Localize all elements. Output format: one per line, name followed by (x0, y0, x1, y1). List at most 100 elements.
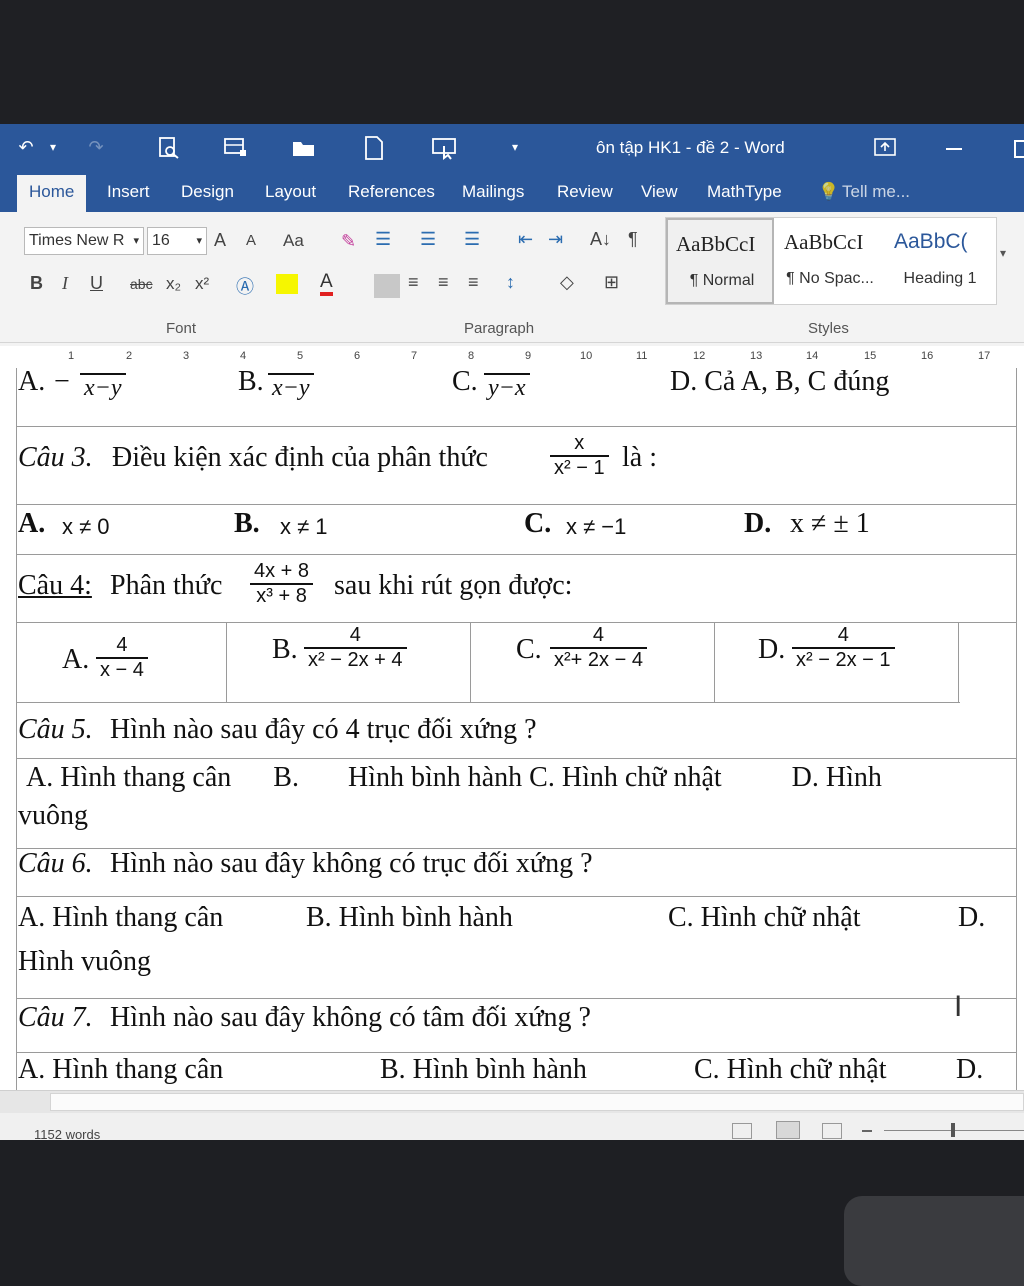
font-name-value: Times New R (29, 232, 125, 249)
style-no-spacing[interactable]: AaBbCcI ¶ No Spac... (776, 218, 884, 304)
clear-formatting-icon[interactable]: ✎ (341, 231, 356, 252)
ruler-tick: 13 (750, 350, 763, 362)
multilevel-list-icon[interactable]: ☰ (464, 229, 480, 250)
font-size-box[interactable]: 16 ▾ (147, 227, 207, 255)
table-border (16, 702, 960, 703)
font-name-box[interactable]: Times New R ▾ (24, 227, 144, 255)
word-count[interactable]: 1152 words (34, 1127, 100, 1140)
title-bar: ↶ ▾ ↷ ▾ ôn tập HK1 - đề 2 - Word (0, 124, 1024, 172)
zoom-slider-thumb[interactable] (951, 1123, 955, 1137)
undo-icon[interactable]: ↶ (14, 134, 38, 160)
decrease-indent-icon[interactable]: ⇤ (518, 229, 533, 250)
web-layout-icon[interactable] (822, 1123, 842, 1139)
highlight-color-icon[interactable] (276, 274, 298, 294)
align-left-button[interactable] (374, 274, 400, 298)
change-case-icon[interactable]: Aa (283, 231, 304, 251)
numbering-icon[interactable]: ☰ (420, 229, 436, 250)
style-heading-1[interactable]: AaBbC( Heading 1 (886, 218, 994, 304)
ruler-tick: 17 (978, 350, 991, 362)
strikethrough-button[interactable]: abc (130, 276, 153, 292)
q4-option-b-fraction: 4 x² − 2x + 4 (304, 624, 407, 672)
tell-me-box[interactable]: Tell me... (842, 182, 910, 202)
shading-icon[interactable]: ◇ (560, 272, 574, 293)
align-center-icon[interactable]: ≡ (408, 272, 419, 293)
fraction-denominator: x² − 1 (550, 455, 609, 480)
table-border (16, 622, 1016, 623)
shrink-font-icon[interactable]: A (246, 232, 256, 249)
table-border (714, 622, 715, 702)
tab-layout[interactable]: Layout (265, 182, 316, 202)
superscript-button[interactable]: x² (195, 274, 209, 294)
increase-indent-icon[interactable]: ⇥ (548, 229, 563, 250)
read-mode-icon[interactable] (732, 1123, 752, 1139)
font-size-dropdown-icon[interactable]: ▾ (196, 228, 202, 254)
redo-icon[interactable]: ↷ (88, 134, 104, 160)
table-border (470, 622, 471, 702)
table-border (16, 426, 1016, 427)
tab-review[interactable]: Review (557, 182, 613, 202)
ribbon-display-options-icon[interactable] (874, 138, 896, 156)
minimize-icon[interactable] (946, 148, 962, 150)
tab-references[interactable]: References (348, 182, 435, 202)
horizontal-ruler[interactable]: 1 2 3 4 5 6 7 8 9 10 11 12 13 14 15 16 1… (0, 346, 1024, 369)
styles-gallery: AaBbCcI ¶ Normal AaBbCcI ¶ No Spac... Aa… (665, 217, 997, 305)
table-insert-icon[interactable] (224, 137, 248, 159)
print-preview-icon[interactable] (158, 137, 180, 159)
subscript-button[interactable]: x₂ (166, 274, 181, 294)
q6-options-line2: Hình vuông (18, 946, 151, 977)
q3-option-a: x ≠ 0 (62, 514, 110, 539)
tab-home[interactable]: Home (17, 175, 87, 212)
styles-group-label: Styles (808, 320, 849, 337)
table-border (16, 896, 1016, 897)
q3-option-c-label: C. (524, 508, 552, 539)
tab-mailings[interactable]: Mailings (462, 182, 524, 202)
fraction-denominator: x−y (80, 373, 126, 402)
fraction-denominator: x² − 2x − 1 (792, 647, 895, 672)
grow-font-icon[interactable]: A (214, 230, 226, 251)
undo-dropdown-icon[interactable]: ▾ (46, 134, 60, 160)
q6-option-d: D. (958, 902, 986, 933)
line-spacing-icon[interactable]: ↕ (506, 272, 515, 293)
text-effects-icon[interactable]: Ⓐ (236, 273, 254, 299)
show-formatting-icon[interactable]: ¶ (628, 229, 638, 250)
tab-design[interactable]: Design (181, 182, 234, 202)
bold-button[interactable]: B (30, 273, 43, 294)
q3-tail: là : (622, 442, 657, 473)
zoom-out-icon[interactable] (862, 1130, 872, 1132)
open-folder-icon[interactable] (292, 139, 316, 157)
scrollbar-thumb[interactable] (50, 1093, 1024, 1111)
fraction-numerator: x (574, 432, 585, 454)
styles-scroll-icon[interactable]: ▾ (1000, 246, 1006, 260)
style-normal[interactable]: AaBbCcI ¶ Normal (666, 218, 774, 304)
borders-icon[interactable]: ⊞ (604, 272, 619, 293)
table-border (16, 504, 1016, 505)
font-name-dropdown-icon[interactable]: ▾ (133, 228, 139, 254)
print-layout-icon[interactable] (776, 1121, 800, 1139)
ruler-tick: 2 (126, 350, 133, 362)
q2-option-c-fraction: y−x (484, 368, 530, 402)
ruler-tick: 4 (240, 350, 247, 362)
style-preview: AaBbCcI (676, 232, 756, 256)
justify-icon[interactable]: ≡ (468, 272, 479, 293)
new-document-icon[interactable] (364, 136, 384, 160)
customize-qat-icon[interactable]: ▾ (508, 134, 522, 160)
font-group-label: Font (166, 320, 197, 337)
italic-button[interactable]: I (62, 273, 68, 294)
maximize-icon[interactable] (1014, 140, 1024, 158)
tab-mathtype[interactable]: MathType (707, 182, 782, 202)
sort-icon[interactable]: A↓ (590, 229, 611, 250)
q7-text: Hình nào sau đây không có tâm đối xứng ? (110, 1002, 591, 1033)
q7-option-a: A. Hình thang cân (18, 1054, 224, 1085)
align-right-icon[interactable]: ≡ (438, 272, 449, 293)
status-bar: 1152 words (0, 1090, 1024, 1140)
tab-insert[interactable]: Insert (107, 182, 150, 202)
tab-view[interactable]: View (641, 182, 678, 202)
touch-mode-icon[interactable] (432, 138, 458, 160)
underline-button[interactable]: U (90, 273, 103, 294)
q6-option-b: B. Hình bình hành (306, 902, 513, 933)
font-color-icon[interactable]: A (320, 272, 333, 296)
horizontal-scrollbar[interactable] (0, 1091, 1024, 1113)
q3-option-b-label: B. (234, 508, 260, 539)
bullets-icon[interactable]: ☰ (375, 229, 391, 250)
document-page[interactable]: A. − x−y B. x−y C. y−x D. Cả A, B, C đún… (0, 368, 1024, 1090)
